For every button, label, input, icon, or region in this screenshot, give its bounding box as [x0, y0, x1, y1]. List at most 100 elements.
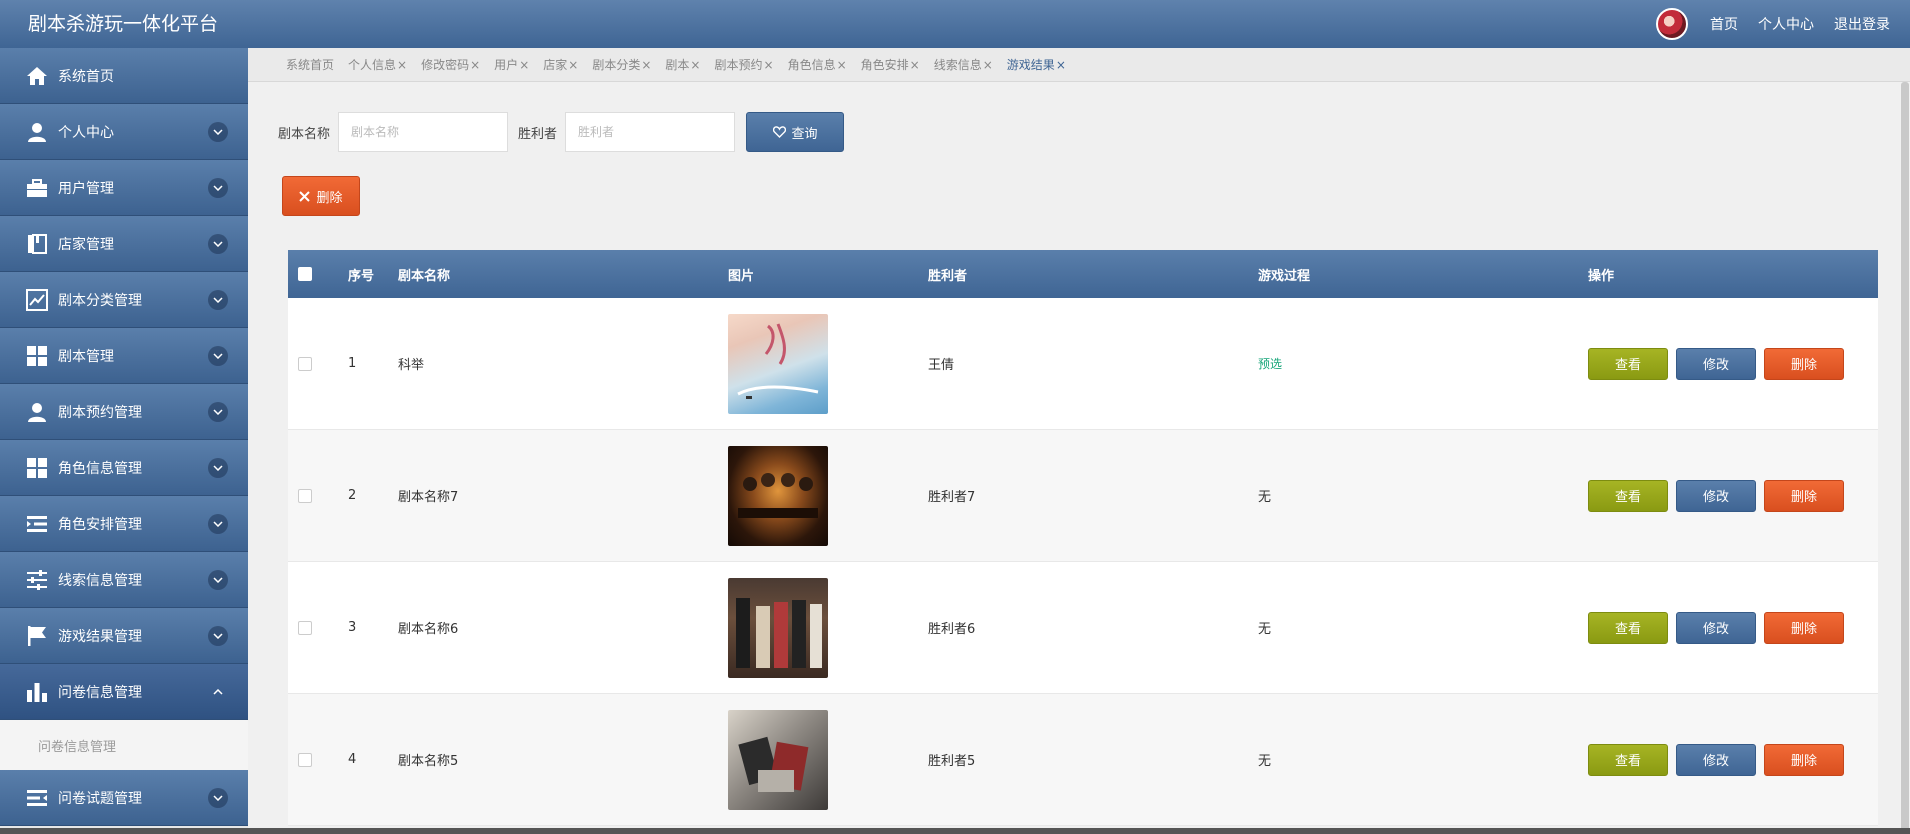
view-button[interactable]: 查看 — [1588, 743, 1668, 776]
vertical-scrollbar[interactable] — [1900, 82, 1910, 834]
script-thumbnail — [728, 446, 828, 546]
sidebar-item-label: 个人中心 — [58, 124, 114, 141]
close-icon[interactable]: × — [983, 58, 993, 72]
avatar[interactable] — [1656, 8, 1688, 40]
sidebar-item-stores[interactable]: 店家管理 — [0, 216, 248, 272]
row-actions: 查看 修改 删除 — [1588, 347, 1844, 380]
script-thumbnail — [728, 710, 828, 810]
sidebar-item-role-arrangement[interactable]: 角色安排管理 — [0, 496, 248, 552]
select-all-checkbox[interactable] — [298, 267, 312, 281]
close-icon[interactable]: × — [764, 58, 774, 72]
chevron-down-icon — [208, 178, 228, 198]
row-process: 无 — [1258, 622, 1272, 637]
tab-users[interactable]: 用户× — [494, 56, 529, 73]
logout-link[interactable]: 退出登录 — [1834, 14, 1890, 34]
close-icon[interactable]: × — [910, 58, 920, 72]
close-icon[interactable]: × — [470, 58, 480, 72]
close-icon[interactable]: × — [568, 58, 578, 72]
row-process: 无 — [1258, 490, 1272, 505]
scrollbar-thumb[interactable] — [1901, 82, 1909, 832]
sidebar-item-questionnaire[interactable]: 问卷信息管理 — [0, 664, 248, 720]
sidebar-item-users[interactable]: 用户管理 — [0, 160, 248, 216]
sidebar-item-label: 店家管理 — [58, 236, 114, 253]
delete-button[interactable]: 删除 — [1764, 743, 1844, 776]
sidebar-item-label: 游戏结果管理 — [58, 628, 142, 645]
tab-label: 角色安排 — [860, 58, 909, 72]
edit-button[interactable]: 修改 — [1676, 743, 1756, 776]
chevron-down-icon — [208, 788, 228, 808]
home-link[interactable]: 首页 — [1710, 14, 1738, 34]
edit-button[interactable]: 修改 — [1676, 479, 1756, 512]
row-script-name: 剧本名称6 — [398, 622, 459, 637]
sidebar-item-questionnaire-questions[interactable]: 问卷试题管理 — [0, 770, 248, 826]
sidebar-item-clues[interactable]: 线索信息管理 — [0, 552, 248, 608]
row-no: 1 — [348, 356, 357, 371]
tab-script-category[interactable]: 剧本分类× — [592, 56, 651, 73]
sidebar-item-script-category[interactable]: 剧本分类管理 — [0, 272, 248, 328]
sidebar-item-label: 用户管理 — [58, 180, 114, 197]
profile-link[interactable]: 个人中心 — [1758, 14, 1814, 34]
tab-roles[interactable]: 角色信息× — [788, 56, 847, 73]
sidebar-item-scripts[interactable]: 剧本管理 — [0, 328, 248, 384]
row-no: 2 — [348, 488, 357, 503]
horizontal-scrollbar[interactable] — [0, 828, 1910, 834]
row-no: 4 — [348, 752, 357, 767]
close-icon[interactable]: × — [837, 58, 847, 72]
table-header: 序号 剧本名称 图片 胜利者 游戏过程 操作 — [288, 250, 1878, 298]
tab-reservations[interactable]: 剧本预约× — [714, 56, 773, 73]
table-row: 2 剧本名称7 胜利者7 无 查看 修改 删除 — [288, 430, 1878, 562]
delete-button[interactable]: 删除 — [1764, 611, 1844, 644]
view-button[interactable]: 查看 — [1588, 347, 1668, 380]
row-checkbox[interactable] — [298, 621, 312, 635]
sidebar: 系统首页 个人中心 用户管理 店家管理 剧本分类管理 剧本管理 剧本预约管理 角… — [0, 48, 248, 834]
query-button[interactable]: 查询 — [746, 112, 845, 152]
tab-label: 店家 — [543, 58, 568, 72]
tab-role-arrangement[interactable]: 角色安排× — [861, 56, 920, 73]
tab-scripts[interactable]: 剧本× — [665, 56, 700, 73]
close-icon[interactable]: × — [519, 58, 529, 72]
close-icon[interactable]: × — [397, 58, 407, 72]
sidebar-item-home[interactable]: 系统首页 — [0, 48, 248, 104]
row-winner: 胜利者7 — [928, 490, 976, 505]
sidebar-subitem-questionnaire-info[interactable]: 问卷信息管理 — [0, 720, 248, 770]
tab-stores[interactable]: 店家× — [543, 56, 578, 73]
tab-label: 线索信息 — [933, 58, 982, 72]
view-button[interactable]: 查看 — [1588, 479, 1668, 512]
tab-game-results[interactable]: 游戏结果× — [1007, 56, 1066, 73]
top-nav: 首页 个人中心 退出登录 — [1656, 0, 1890, 48]
script-name-input[interactable] — [338, 112, 509, 152]
delete-button[interactable]: 删除 — [1764, 479, 1844, 512]
table-row: 4 剧本名称5 胜利者5 无 查看 修改 删除 — [288, 694, 1878, 826]
tab-home[interactable]: 系统首页 — [286, 56, 334, 73]
sidebar-item-game-results[interactable]: 游戏结果管理 — [0, 608, 248, 664]
tab-label: 用户 — [494, 58, 519, 72]
main-content: 剧本名称 胜利者 查询 删除 序号 剧本名称 图片 胜利者 游戏过程 操作 — [248, 82, 1910, 834]
chevron-down-icon — [208, 122, 228, 142]
sidebar-item-label: 角色信息管理 — [58, 460, 142, 477]
sidebar-item-personal-center[interactable]: 个人中心 — [0, 104, 248, 160]
tab-personal-info[interactable]: 个人信息× — [348, 56, 407, 73]
view-button[interactable]: 查看 — [1588, 611, 1668, 644]
close-icon[interactable]: × — [690, 58, 700, 72]
tab-change-password[interactable]: 修改密码× — [421, 56, 480, 73]
edit-button[interactable]: 修改 — [1676, 347, 1756, 380]
tab-label: 角色信息 — [787, 58, 836, 72]
sidebar-item-reservations[interactable]: 剧本预约管理 — [0, 384, 248, 440]
row-checkbox[interactable] — [298, 753, 312, 767]
batch-delete-button[interactable]: 删除 — [282, 176, 360, 216]
grid-icon — [24, 343, 50, 369]
row-winner: 胜利者5 — [928, 754, 976, 769]
sidebar-item-roles[interactable]: 角色信息管理 — [0, 440, 248, 496]
chevron-down-icon — [208, 626, 228, 646]
flag-icon — [24, 623, 50, 649]
row-checkbox[interactable] — [298, 357, 312, 371]
winner-input[interactable] — [565, 112, 736, 152]
script-thumbnail — [728, 578, 828, 678]
bar-chart-icon — [24, 679, 50, 705]
row-checkbox[interactable] — [298, 489, 312, 503]
edit-button[interactable]: 修改 — [1676, 611, 1756, 644]
close-icon[interactable]: × — [641, 58, 651, 72]
tab-clues[interactable]: 线索信息× — [934, 56, 993, 73]
close-icon[interactable]: × — [1056, 58, 1066, 72]
delete-button[interactable]: 删除 — [1764, 347, 1844, 380]
